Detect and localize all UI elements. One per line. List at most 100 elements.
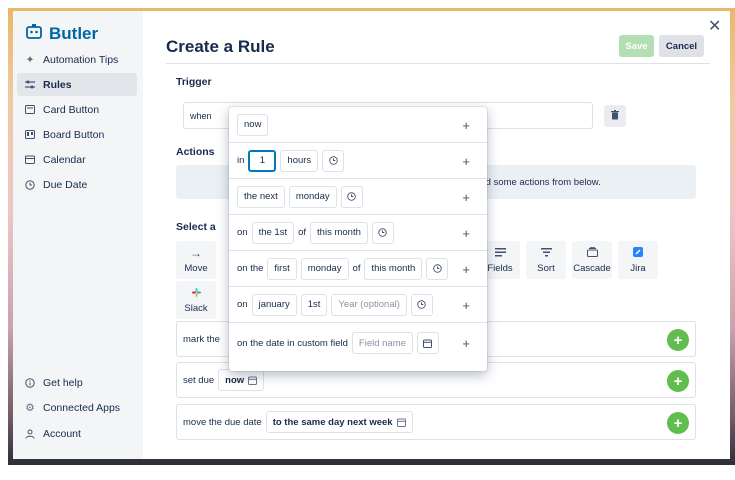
close-icon[interactable]: ✕ — [708, 16, 721, 36]
year-input[interactable]: Year (optional) — [331, 293, 407, 316]
sidebar-item-label: Connected Apps — [43, 401, 121, 414]
sort-icon — [540, 247, 552, 259]
calendar-icon — [396, 418, 406, 427]
the-next-select[interactable]: the next — [237, 185, 285, 208]
clock-icon[interactable] — [322, 149, 345, 172]
plus-icon[interactable]: + — [462, 262, 470, 277]
day-select[interactable]: monday — [288, 185, 337, 208]
butler-robot-icon — [26, 24, 42, 44]
amount-input[interactable]: 1 — [248, 149, 277, 172]
due-value-select[interactable]: now — [218, 369, 265, 391]
sidebar-item-due-date[interactable]: Due Date — [17, 173, 137, 196]
add-action-button[interactable]: + — [667, 329, 689, 351]
calendar-icon — [248, 376, 258, 385]
board-icon — [25, 130, 35, 140]
fields-icon — [494, 247, 506, 259]
unit-select[interactable]: hours — [280, 149, 319, 172]
sidebar-item-calendar[interactable]: Calendar — [17, 148, 137, 171]
popup-row-next-day: the next monday + — [229, 179, 487, 215]
day-select[interactable]: 1st — [300, 293, 328, 316]
clock-icon[interactable] — [410, 293, 433, 316]
calendar-icon — [25, 155, 35, 165]
sidebar-item-label: Get help — [43, 376, 83, 389]
row-middle: of — [352, 263, 361, 274]
add-action-button[interactable]: + — [667, 370, 689, 392]
weekday-select[interactable]: monday — [300, 257, 349, 280]
tile-label: Fields — [487, 262, 513, 274]
sidebar-item-label: Board Button — [43, 128, 105, 141]
sidebar-item-label: Due Date — [43, 178, 88, 191]
action-row-prefix: mark the — [183, 333, 220, 345]
cancel-button[interactable]: Cancel — [659, 35, 704, 57]
plus-icon[interactable]: + — [462, 336, 470, 351]
sidebar-item-board-button[interactable]: Board Button — [17, 123, 137, 146]
add-action-button[interactable]: + — [667, 412, 689, 434]
popup-row-on-month-day: on january 1st Year (optional) + — [229, 287, 487, 323]
divider — [166, 63, 710, 64]
move-due-value-select[interactable]: to the same day next week — [265, 411, 413, 433]
day-of-month-select[interactable]: the 1st — [251, 221, 295, 244]
trigger-heading: Trigger — [176, 76, 212, 88]
sidebar-item-connected-apps[interactable]: ⚙ Connected Apps — [17, 396, 137, 419]
plus-icon[interactable]: + — [462, 226, 470, 241]
action-row-prefix: set due — [183, 374, 215, 386]
action-tile-cascade[interactable]: Cascade — [572, 241, 612, 279]
save-button[interactable]: Save — [619, 35, 654, 57]
sparkle-icon: ✦ — [25, 53, 35, 66]
sliders-icon — [25, 80, 35, 90]
delete-trigger-button[interactable] — [604, 105, 626, 127]
sidebar-item-card-button[interactable]: Card Button — [17, 98, 137, 121]
tile-label: Slack — [184, 302, 208, 314]
row-prefix: in — [237, 155, 245, 166]
clock-icon[interactable] — [426, 257, 449, 280]
card-icon — [25, 105, 35, 115]
now-option[interactable]: now — [237, 113, 269, 136]
sidebar: Butler ✦ Automation Tips Rules Card Butt… — [13, 11, 143, 459]
brand[interactable]: Butler — [26, 24, 98, 44]
period-select[interactable]: this month — [364, 257, 423, 280]
sidebar-item-label: Calendar — [43, 153, 86, 166]
clock-icon[interactable] — [340, 185, 363, 208]
gear-icon: ⚙ — [25, 401, 35, 414]
move-due-value-text: to the same day next week — [272, 416, 393, 428]
page-title: Create a Rule — [166, 37, 275, 56]
select-action-heading: Select a — [176, 221, 216, 233]
clock-icon — [25, 179, 35, 190]
row-prefix: on the — [237, 263, 264, 274]
sidebar-item-label: Card Button — [43, 103, 100, 116]
plus-icon[interactable]: + — [462, 154, 470, 169]
plus-icon[interactable]: + — [462, 118, 470, 133]
sidebar-item-label: Rules — [43, 78, 72, 91]
action-tile-slack[interactable]: Slack — [176, 281, 216, 319]
clock-icon[interactable] — [371, 221, 394, 244]
trigger-when-text: when — [190, 110, 212, 121]
sidebar-item-get-help[interactable]: Get help — [17, 371, 137, 394]
action-tile-jira[interactable]: Jira — [618, 241, 658, 279]
tile-label: Cascade — [573, 262, 611, 274]
row-prefix: on — [237, 299, 248, 310]
plus-icon[interactable]: + — [462, 190, 470, 205]
brand-name: Butler — [49, 24, 99, 43]
slack-icon — [191, 287, 201, 299]
sidebar-item-automation-tips[interactable]: ✦ Automation Tips — [17, 48, 137, 71]
period-select[interactable]: this month — [310, 221, 368, 244]
field-name-input[interactable]: Field name — [351, 332, 413, 354]
actions-heading: Actions — [176, 146, 215, 158]
plus-icon[interactable]: + — [462, 298, 470, 313]
sidebar-item-account[interactable]: Account — [17, 422, 137, 445]
ordinal-select[interactable]: first — [267, 257, 297, 280]
actions-empty-text: Add some actions from below. — [474, 176, 601, 188]
action-tile-sort[interactable]: Sort — [526, 241, 566, 279]
butler-modal: Butler ✦ Automation Tips Rules Card Butt… — [13, 11, 730, 459]
due-value-text: now — [225, 374, 245, 386]
sidebar-item-label: Account — [43, 427, 81, 440]
row-middle: of — [298, 227, 307, 238]
sidebar-item-rules[interactable]: Rules — [17, 73, 137, 96]
month-select[interactable]: january — [251, 293, 297, 316]
date-options-popup: now + in 1 hours + the next monday + on … — [229, 107, 487, 371]
action-row-prefix: move the due date — [183, 416, 262, 428]
jira-icon — [633, 246, 643, 259]
action-tile-move[interactable]: → Move — [176, 241, 216, 279]
action-row-move-due: move the due date to the same day next w… — [176, 404, 696, 440]
calendar-icon[interactable] — [416, 332, 439, 354]
